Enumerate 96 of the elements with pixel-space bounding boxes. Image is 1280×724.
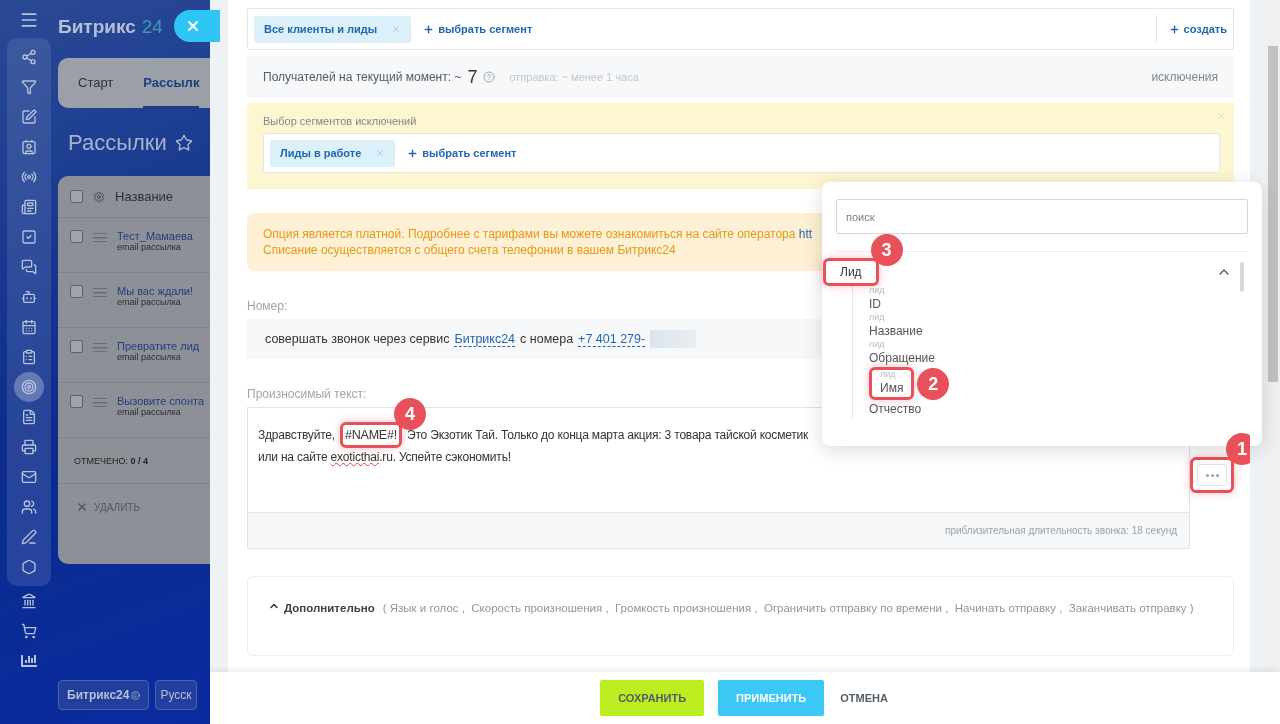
edit-icon xyxy=(21,109,37,125)
call-text: совершать звонок через сервис xyxy=(265,332,450,346)
filter-icon xyxy=(21,79,37,95)
mailing-type: email рассылка xyxy=(117,242,181,252)
language-button[interactable]: Русск xyxy=(155,680,197,710)
selected-count: ОТМЕЧЕНО: 0 / 4 xyxy=(74,455,149,466)
close-button[interactable] xyxy=(174,10,220,42)
settings-icon[interactable] xyxy=(93,190,105,203)
add-segment-link[interactable]: выбрать сегмент xyxy=(423,23,533,35)
brand-logo: Битрикс 24 xyxy=(58,15,163,39)
close-icon xyxy=(185,18,201,34)
menu-icon[interactable] xyxy=(19,10,39,30)
exclusions-label: Выбор сегментов исключений xyxy=(263,115,418,127)
speech-text: или на сайте exoticthai.ru. Успейте сэкономить! xyxy=(258,450,511,464)
plus-icon xyxy=(407,147,419,159)
create-link[interactable]: создать xyxy=(1155,15,1227,43)
recipients-label: Получателей на текущий момент: ~ xyxy=(263,70,462,84)
field-option[interactable]: лид Название xyxy=(869,313,923,340)
notice-text: Списание осуществляется с общего счета телефонии в вашем Битрикс24 xyxy=(263,243,676,257)
segment-tag[interactable]: Все клиенты и лиды xyxy=(254,15,412,43)
checkbox[interactable] xyxy=(70,190,83,203)
checkbox[interactable] xyxy=(70,285,83,298)
logo-button[interactable]: Битрикс24 xyxy=(58,680,150,710)
mailing-type: email рассылка xyxy=(117,407,182,417)
call-duration: приблизительная длительность звонка: 18 секунд xyxy=(945,525,1177,536)
page-icon xyxy=(21,199,37,215)
bar-chart-icon xyxy=(21,653,37,669)
mailing-link[interactable]: Мы вас ждали! xyxy=(117,285,194,297)
star-icon[interactable] xyxy=(174,134,193,152)
mailing-link[interactable]: Превратите лид xyxy=(117,340,200,352)
page-title: Рассылки xyxy=(68,130,167,156)
phone-link[interactable]: +7 401 279- xyxy=(578,331,646,347)
scrollbar[interactable] xyxy=(1266,0,1280,672)
hexagon-icon xyxy=(21,559,37,575)
target-icon xyxy=(21,379,37,395)
operator-link[interactable]: htt xyxy=(798,227,813,241)
checkbox[interactable] xyxy=(70,340,83,353)
contact-card-icon xyxy=(21,139,37,155)
printer-icon xyxy=(21,439,37,455)
callout-badge: 4 xyxy=(394,398,426,430)
callout-badge: 2 xyxy=(917,368,950,400)
search-field[interactable]: поиск xyxy=(836,199,1248,234)
field-option[interactable]: лид Имя xyxy=(880,370,904,397)
mailing-type: email рассылка xyxy=(117,352,182,362)
delete-icon xyxy=(76,501,88,513)
plus-icon xyxy=(423,23,435,35)
recipients-count: 7 xyxy=(467,66,478,88)
segment-field[interactable]: Лиды в работе выбрать сегмент xyxy=(263,133,1220,173)
segment-tag[interactable]: Лиды в работе xyxy=(270,139,396,167)
tab[interactable]: Старт xyxy=(78,58,114,108)
callout-badge: 1 xyxy=(1226,433,1250,465)
exclusions-link[interactable]: исключения xyxy=(1151,70,1218,84)
segment-field[interactable]: Все клиенты и лиды выбрать сегмент создать xyxy=(247,8,1234,50)
notice-text: Опция является платной. Подробнее с тарифами вы можете ознакомиться на сайте оператора htt xyxy=(263,227,813,241)
building-icon xyxy=(21,593,37,609)
callout-badge: 3 xyxy=(870,234,903,266)
nodes-icon xyxy=(21,49,37,65)
mailing-link[interactable]: Вызовите спонта xyxy=(117,395,205,407)
checkbox[interactable] xyxy=(70,230,83,243)
field-label: Произносимый текст: xyxy=(247,387,367,401)
speech-text: Здравствуйте, xyxy=(258,428,335,442)
advanced-toggle[interactable]: Дополнительно xyxy=(284,602,375,614)
signal-icon xyxy=(21,169,37,185)
service-link[interactable]: Битрикс24 xyxy=(454,331,516,347)
calendar-icon xyxy=(21,319,37,335)
save-button[interactable]: СОХРАНИТЬ xyxy=(600,680,705,716)
column-header: Название xyxy=(115,189,174,204)
field-option[interactable]: лид Обращение xyxy=(869,340,935,367)
mail-icon xyxy=(21,469,37,485)
checkbox-icon xyxy=(21,229,37,245)
mailing-link[interactable]: Тест_Мамаева xyxy=(117,230,193,242)
field-option[interactable]: лид ID xyxy=(869,286,885,313)
advanced-options[interactable]: ( Язык и голос , Скорость произношения , Громкость произношения , Ограничить отправку по времени , Начинать отправку , Заканчивать отправку ) xyxy=(382,602,1194,614)
call-text: с номера xyxy=(520,332,574,346)
mailing-type: email рассылка xyxy=(117,297,182,307)
more-button[interactable] xyxy=(1197,464,1227,486)
people-icon xyxy=(21,499,37,515)
redacted-number xyxy=(650,330,697,348)
clipboard-icon xyxy=(21,349,37,365)
name-variable: #NAME#! xyxy=(344,428,397,442)
plus-icon xyxy=(1168,23,1180,35)
copyright-icon xyxy=(131,690,141,700)
checkbox[interactable] xyxy=(70,395,83,408)
cancel-button[interactable]: ОТМЕНА xyxy=(838,680,890,716)
robot-icon xyxy=(21,289,37,305)
scrollbar[interactable] xyxy=(1240,262,1244,292)
tab[interactable]: Рассылк xyxy=(143,58,200,108)
group-label[interactable]: Лид xyxy=(840,265,862,279)
menu-item[interactable] xyxy=(14,372,44,402)
add-segment-link[interactable]: выбрать сегмент xyxy=(407,147,517,159)
signature-icon xyxy=(21,529,37,545)
speech-text: Это Экзотик Тай. Только до конца марта акция: 3 товара тайской косметик xyxy=(407,428,809,442)
field-label: Номер: xyxy=(247,299,288,313)
chat-icon xyxy=(21,259,37,275)
cart-icon xyxy=(21,623,37,639)
document-icon xyxy=(21,409,37,425)
